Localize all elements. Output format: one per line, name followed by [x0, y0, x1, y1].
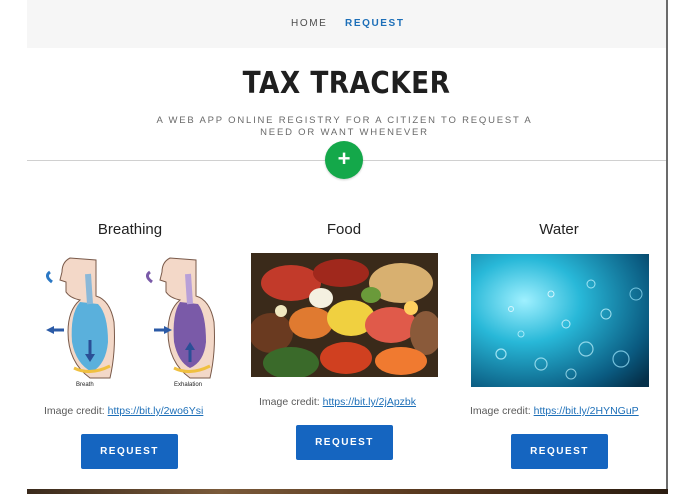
- request-button-breathing[interactable]: REQUEST: [81, 434, 178, 469]
- breath-caption: Breath: [76, 382, 94, 388]
- breathing-diagram-image: Breath Exhalation: [40, 252, 220, 388]
- card-title: Breathing: [97, 221, 163, 238]
- card-title: Water: [539, 221, 579, 238]
- page: HOME REQUEST TAX TRACKER A WEB APP ONLIN…: [27, 0, 666, 494]
- credit-link[interactable]: https://bit.ly/2HYNGuP: [534, 405, 639, 417]
- credit-link[interactable]: https://bit.ly/2jApzbk: [323, 396, 416, 408]
- card-water: Water: [459, 220, 659, 242]
- credit-water: Image credit: https://bit.ly/2HYNGuP: [470, 405, 666, 417]
- credit-label: Image credit:: [259, 396, 320, 408]
- exhalation-caption: Exhalation: [174, 382, 202, 388]
- credit-food: Image credit: https://bit.ly/2jApzbk: [259, 396, 499, 408]
- nav-request-link[interactable]: REQUEST: [345, 18, 405, 29]
- card-food: Food: [244, 220, 444, 242]
- card-breathing: Breathing: [30, 220, 230, 242]
- credit-label: Image credit:: [44, 405, 105, 417]
- footer-image-strip: [27, 489, 668, 494]
- page-subtitle: A WEB APP ONLINE REGISTRY FOR A CITIZEN …: [156, 115, 533, 138]
- breathing-diagram-icon: Breath Exhalation: [40, 252, 220, 388]
- page-title: TAX TRACKER: [242, 66, 451, 101]
- food-photo-image: [251, 253, 438, 377]
- credit-link[interactable]: https://bit.ly/2wo6Ysi: [108, 405, 204, 417]
- window-edge: [666, 0, 668, 494]
- request-button-food[interactable]: REQUEST: [296, 425, 393, 460]
- food-photo-icon: [251, 253, 438, 377]
- request-button-water[interactable]: REQUEST: [511, 434, 608, 469]
- credit-label: Image credit:: [470, 405, 531, 417]
- nav-home-link[interactable]: HOME: [291, 18, 327, 29]
- add-request-button[interactable]: +: [325, 141, 363, 179]
- card-title: Food: [326, 221, 362, 238]
- top-navigation: HOME REQUEST: [27, 0, 666, 48]
- credit-breathing: Image credit: https://bit.ly/2wo6Ysi: [44, 405, 284, 417]
- water-bubbles-photo-icon: [471, 254, 649, 387]
- water-bubbles-image: [471, 254, 649, 387]
